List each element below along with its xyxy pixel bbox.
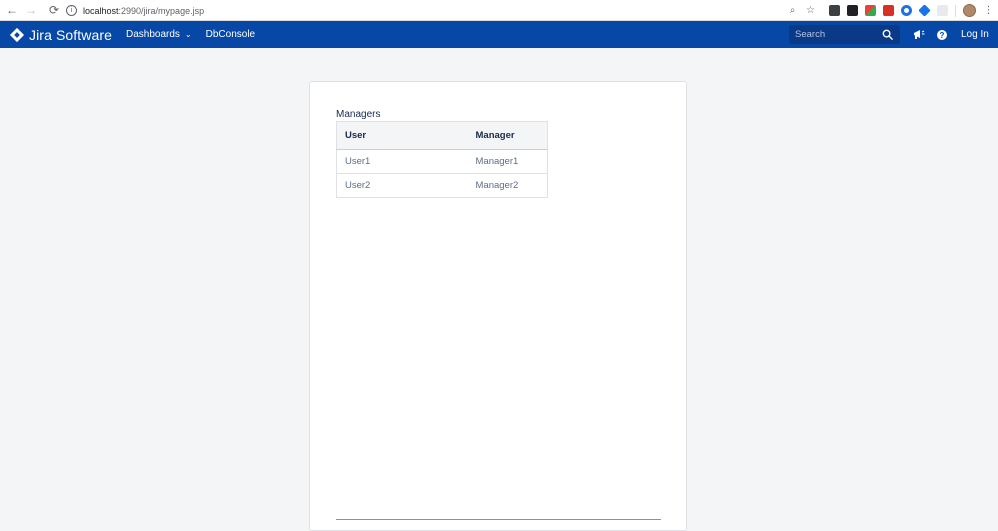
table-header-row: User Manager — [336, 121, 548, 150]
megaphone-icon — [913, 30, 924, 39]
menu-dashboards-label: Dashboards — [126, 29, 180, 40]
table-row: User1 Manager1 — [336, 149, 548, 174]
url-path: :2990/jira/mypage.jsp — [118, 5, 205, 16]
info-icon[interactable]: i — [66, 5, 77, 16]
avatar[interactable] — [963, 4, 976, 17]
app-header: Jira Software Dashboards ⌄ DbConsole Sea… — [0, 21, 998, 48]
address-bar[interactable]: i localhost:2990/jira/mypage.jsp — [62, 2, 814, 19]
extension-icon[interactable] — [883, 5, 894, 16]
menu-dashboards[interactable]: Dashboards ⌄ — [126, 21, 192, 48]
notifications-icon[interactable] — [912, 28, 925, 41]
back-button[interactable]: ← — [5, 3, 19, 17]
reload-button[interactable]: ⟳ — [47, 3, 61, 17]
bookmark-star-icon[interactable]: ☆ — [805, 5, 816, 16]
forward-button[interactable]: → — [24, 3, 38, 17]
zoom-icon[interactable]: ⌕ — [787, 5, 798, 16]
extension-icon[interactable] — [865, 5, 876, 16]
extension-icon[interactable] — [918, 4, 931, 17]
column-header-user: User — [336, 121, 468, 150]
section-title: Managers — [336, 109, 381, 120]
search-placeholder: Search — [795, 29, 826, 40]
jira-logo-icon — [9, 27, 25, 42]
managers-table: User Manager User1 Manager1 User2 Manage… — [336, 121, 548, 198]
cell-manager: Manager2 — [467, 173, 548, 198]
footer-divider — [336, 519, 661, 520]
browser-toolbar: ← → ⟳ i localhost:2990/jira/mypage.jsp ⌕… — [0, 0, 998, 21]
logo-text: Jira Software — [29, 26, 112, 43]
search-icon — [882, 29, 893, 40]
url-host: localhost — [83, 5, 119, 16]
extension-icon[interactable] — [829, 5, 840, 16]
menu-dbconsole-label: DbConsole — [205, 29, 256, 40]
chevron-down-icon: ⌄ — [184, 30, 192, 39]
content-panel: Managers User Manager User1 Manager1 Use… — [309, 81, 687, 531]
cell-manager: Manager1 — [467, 149, 548, 174]
table-row: User2 Manager2 — [336, 173, 548, 198]
login-link[interactable]: Log In — [961, 21, 989, 48]
browser-actions: ⌕ ☆ ⋮ — [787, 2, 994, 19]
search-input[interactable]: Search — [789, 25, 900, 44]
toolbar-divider — [955, 4, 956, 17]
help-icon[interactable]: ? — [937, 30, 947, 40]
menu-dbconsole[interactable]: DbConsole — [206, 21, 255, 48]
cell-user: User1 — [336, 149, 468, 174]
extension-icon[interactable] — [901, 5, 912, 16]
extension-icon[interactable] — [847, 5, 858, 16]
extension-icon[interactable] — [937, 5, 948, 16]
browser-menu-icon[interactable]: ⋮ — [983, 5, 994, 16]
column-header-manager: Manager — [467, 121, 548, 150]
jira-logo[interactable]: Jira Software — [9, 21, 112, 48]
cell-user: User2 — [336, 173, 468, 198]
